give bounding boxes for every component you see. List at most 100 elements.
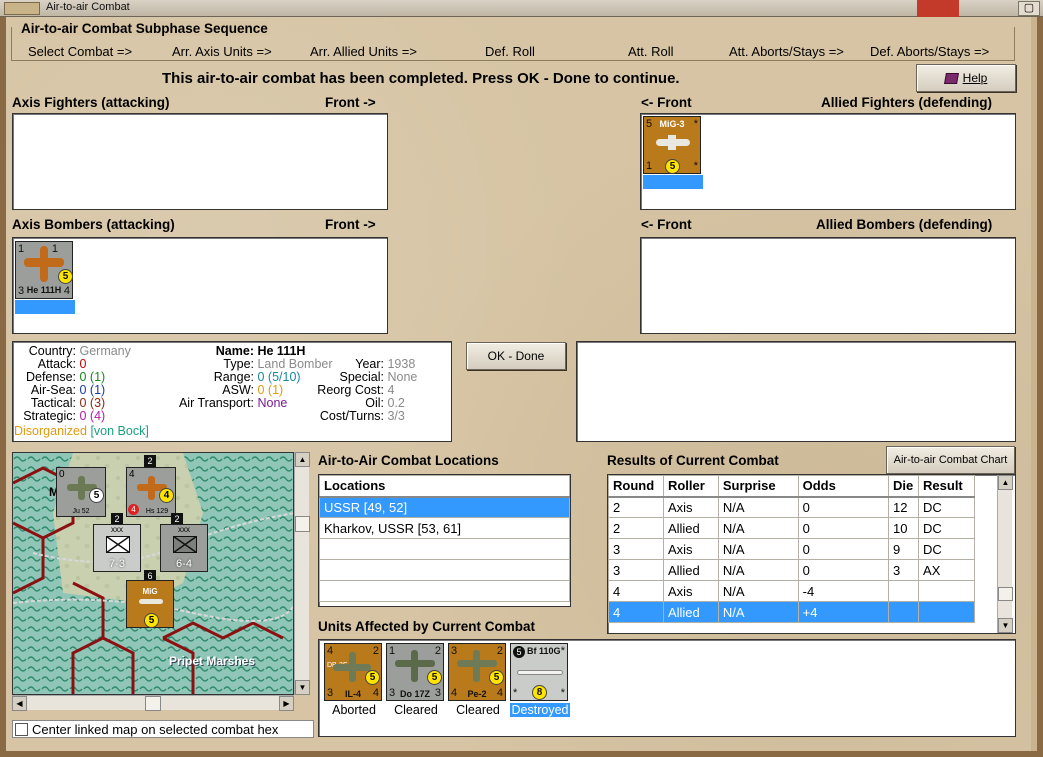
- map-vertical-scrollbar[interactable]: ▲ ▼: [294, 452, 310, 695]
- results-header-row: Round Roller Surprise Odds Die Result: [608, 475, 975, 498]
- info-reorg: Reorg Cost: 4: [317, 383, 395, 397]
- map-horizontal-scrollbar[interactable]: ◀ ▶: [12, 695, 294, 711]
- location-row[interactable]: [319, 538, 570, 560]
- result-row[interactable]: 3 Allied N/A 0 3 AX: [608, 559, 975, 581]
- seq-step-def-aborts: Def. Aborts/Stays =>: [870, 44, 990, 59]
- center-map-checkbox-row[interactable]: Center linked map on selected combat hex: [12, 720, 314, 738]
- combat-notes-panel: [576, 341, 1016, 442]
- info-attack: Attack: 0: [37, 357, 87, 371]
- scroll-down-icon[interactable]: ▼: [295, 680, 310, 695]
- infantry-icon: [106, 536, 130, 553]
- counter-value: *: [560, 645, 565, 657]
- info-strategic: Strategic: 0 (4): [23, 409, 106, 423]
- map-mig-counter[interactable]: MiG 5: [126, 580, 174, 628]
- info-range: Range: 0 (5/10): [213, 370, 301, 384]
- allied-fighters-label: Allied Fighters (defending): [821, 95, 992, 110]
- location-row[interactable]: [319, 559, 570, 581]
- map-hs129-counter[interactable]: 4 4 4 Hs 129: [126, 467, 176, 517]
- counter-dot: 5: [489, 670, 504, 685]
- close-button[interactable]: [917, 0, 959, 17]
- affected-status: Cleared: [456, 703, 500, 717]
- info-airsea: Air-Sea: 0 (1): [30, 383, 106, 397]
- info-oil: Oil: 0.2: [365, 396, 405, 410]
- counter-dot: 5: [665, 159, 680, 174]
- counter-value: 4: [63, 285, 70, 297]
- counter-value: 3: [434, 687, 441, 699]
- counter-dot: 5: [89, 488, 104, 503]
- location-cell: Kharkov, USSR [53, 61]: [319, 517, 570, 539]
- map-corps-counter-b[interactable]: xxx 6-4: [160, 524, 208, 572]
- allied-bombers-box[interactable]: [640, 237, 1016, 334]
- location-row[interactable]: Kharkov, USSR [53, 61]: [319, 517, 570, 539]
- affected-counter-il4[interactable]: 4 2 DB-3F 5 3 IL-4 4: [324, 643, 382, 701]
- info-status: Disorganized [von Bock]: [14, 424, 149, 438]
- affected-counter-bf110g[interactable]: 5 Bf 110G * * 8 *: [510, 643, 568, 701]
- col-surprise[interactable]: Surprise: [717, 475, 799, 498]
- results-heading: Results of Current Combat: [607, 453, 779, 468]
- locations-column-header[interactable]: Locations: [319, 475, 570, 498]
- counter-name: MiG-3: [659, 119, 685, 129]
- restore-button[interactable]: ▢: [1018, 1, 1040, 16]
- counter-dot: 5: [58, 269, 73, 284]
- counter-dot: 8: [532, 685, 547, 700]
- sequence-heading: Air-to-air Combat Subphase Sequence: [19, 21, 270, 36]
- map-corps-counter-a[interactable]: xxx 7-3: [93, 524, 141, 572]
- result-row[interactable]: 4 Axis N/A -4: [608, 580, 975, 602]
- help-label: Help: [962, 71, 988, 85]
- col-result[interactable]: Result: [918, 475, 975, 498]
- scroll-down-icon[interactable]: ▼: [998, 618, 1013, 633]
- counter-value: 2: [496, 645, 503, 657]
- infantry-icon: [173, 536, 197, 553]
- map-place-label: Pripet Marshes: [169, 654, 256, 668]
- result-row[interactable]: 3 Axis N/A 0 9 DC: [608, 538, 975, 560]
- scroll-right-icon[interactable]: ▶: [279, 696, 294, 711]
- counter-dot: 5: [427, 670, 442, 685]
- mig3-counter[interactable]: 5 MiG-3 * 1 5 *: [643, 116, 701, 174]
- counter-value: *: [693, 160, 698, 172]
- map-ju52-counter[interactable]: 0 5 Ju 52: [56, 467, 106, 517]
- unit-strength: 6-4: [176, 558, 192, 570]
- help-button[interactable]: Help: [916, 64, 1016, 92]
- location-row[interactable]: USSR [49, 52]: [319, 496, 570, 518]
- info-year: Year: 1938: [355, 357, 416, 371]
- scroll-up-icon[interactable]: ▲: [998, 475, 1013, 490]
- center-map-checkbox[interactable]: [15, 723, 28, 736]
- locations-list[interactable]: Locations USSR [49, 52] Kharkov, USSR [5…: [318, 474, 571, 607]
- stack-count: 2: [144, 455, 156, 467]
- ok-done-button[interactable]: OK - Done: [466, 342, 566, 370]
- results-table[interactable]: Round Roller Surprise Odds Die Result 2A…: [607, 474, 1016, 634]
- seq-step-select-combat: Select Combat =>: [28, 44, 133, 59]
- counter-value: *: [693, 118, 698, 130]
- scroll-left-icon[interactable]: ◀: [12, 696, 27, 711]
- counter-name: MiG: [142, 587, 158, 596]
- location-row[interactable]: [319, 580, 570, 602]
- result-row-selected[interactable]: 4 Allied N/A +4: [608, 601, 975, 623]
- scroll-thumb[interactable]: [145, 696, 161, 711]
- col-roller[interactable]: Roller: [662, 475, 719, 498]
- col-die[interactable]: Die: [888, 475, 920, 498]
- affected-counter-pe2[interactable]: 3 2 5 4 Pe-2 4: [448, 643, 506, 701]
- result-row[interactable]: 2 Axis N/A 0 12 DC: [608, 496, 975, 518]
- scroll-thumb[interactable]: [295, 516, 310, 532]
- counter-value: 2: [372, 645, 379, 657]
- counter-name: Hs 129: [145, 508, 169, 515]
- counter-value: 4: [372, 687, 379, 699]
- affected-counter-do17z[interactable]: 1 2 5 3 Do 17Z 3: [386, 643, 444, 701]
- seq-step-def-roll: Def. Roll: [485, 44, 535, 59]
- scroll-up-icon[interactable]: ▲: [295, 452, 310, 467]
- unit-size: xxx: [111, 525, 123, 534]
- axis-fighters-front-label: Front ->: [325, 95, 376, 110]
- info-special: Special: None: [339, 370, 418, 384]
- air-combat-chart-button[interactable]: Air-to-air Combat Chart: [886, 446, 1015, 474]
- he111-counter[interactable]: 1 1 5 3 He 111H 4: [15, 241, 73, 299]
- scroll-thumb[interactable]: [998, 587, 1013, 601]
- allied-bombers-front-label: <- Front: [641, 217, 692, 232]
- title-bar[interactable]: Air-to-air Combat ▢: [0, 0, 1043, 17]
- col-round[interactable]: Round: [608, 475, 664, 498]
- aircraft-body-icon: [40, 246, 48, 282]
- axis-fighters-box[interactable]: [12, 113, 388, 210]
- col-odds[interactable]: Odds: [797, 475, 890, 498]
- mini-map[interactable]: M Pripet Marshes 0 5 Ju 52 4 4 4 Hs 129 …: [12, 452, 294, 695]
- result-row[interactable]: 2 Allied N/A 0 10 DC: [608, 517, 975, 539]
- results-scrollbar[interactable]: ▲ ▼: [997, 475, 1013, 633]
